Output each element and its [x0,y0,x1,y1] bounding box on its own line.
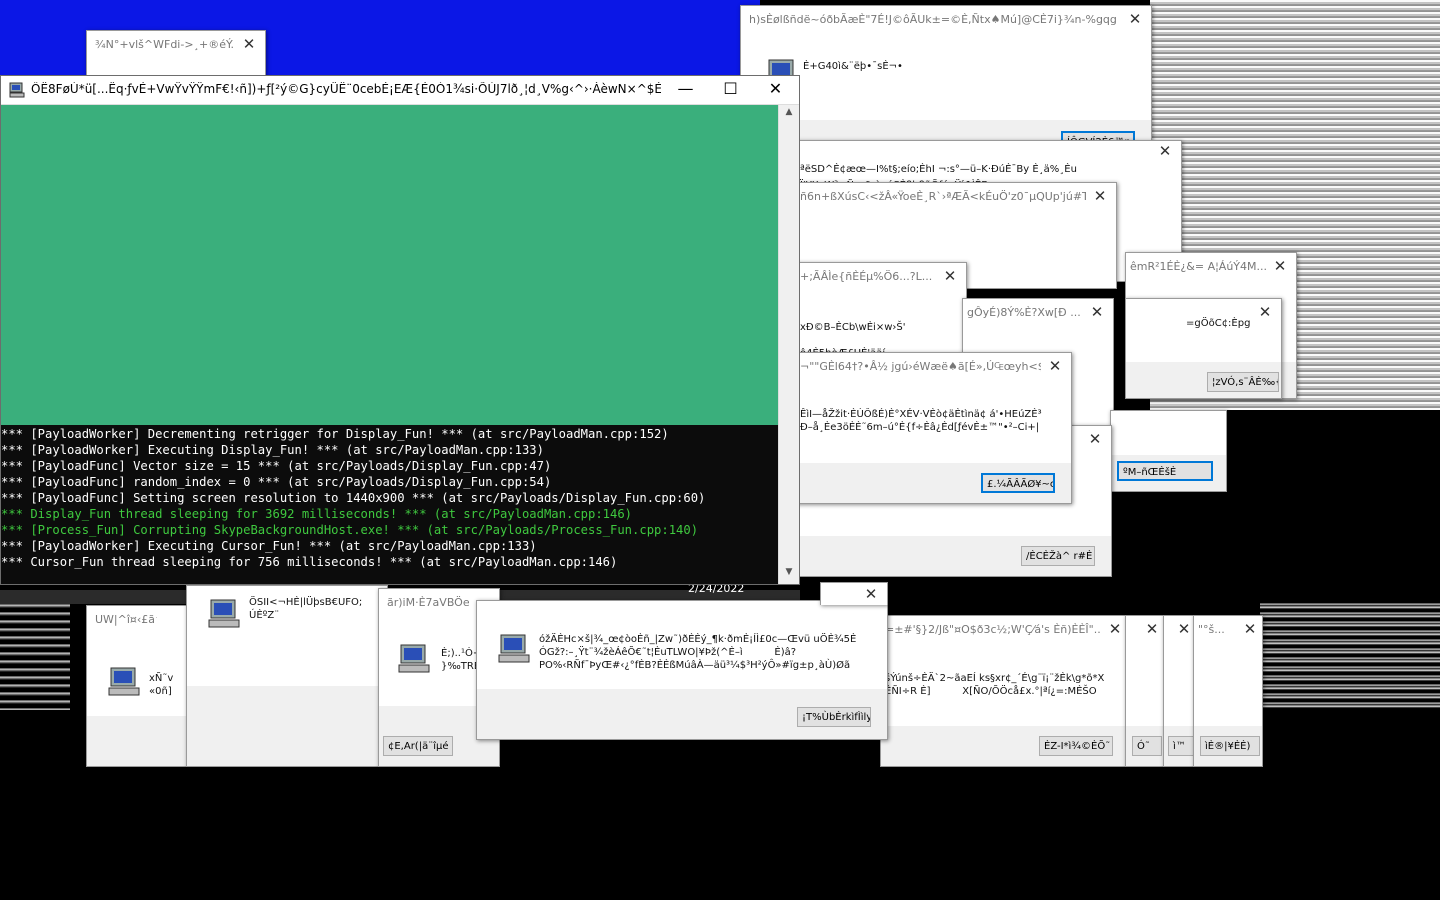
console-line: *** [PayloadWorker] Executing Cursor_Fun… [1,539,537,553]
close-icon[interactable]: ✕ [1255,302,1275,322]
console-corrupted-area [1,105,779,425]
computer-icon [498,634,530,663]
close-icon[interactable]: ✕ [940,266,960,286]
dialog-message: ÖSII<¬HЀ|lÜþsB€UFO; ÚЀºZ¨ [249,597,363,621]
dialog-title: ãr)iM·Ѐ7aVBÖeõ/ [387,596,469,609]
computer-icon [108,667,140,696]
dialog-bottom-main-x: ✕ [820,582,888,605]
maximize-button[interactable]: ☐ [708,76,753,104]
close-button[interactable]: ✕ [753,76,798,104]
console-line: *** [Process_Fun] Corrupting SkypeBackgr… [1,523,699,537]
dialog-ok-button[interactable]: ì™ [1168,736,1194,756]
scroll-down-icon[interactable]: ▼ [779,567,799,583]
close-icon[interactable]: ✕ [1240,619,1260,639]
dialog-title: gÔyÉ)8Ý%Ѐ?Xw[Ð ... [967,306,1081,319]
dialog-ok-button[interactable]: /ЀCЀŽà^ r#Ѐ [1021,546,1095,566]
dialog-r5: ¬""GЀl64†?•Â½ jgú›éWæë♠ã[É»,Ú₠œyh<$... ✕… [795,352,1072,504]
console-window: ÔË8FøÚ*ü[...Ëq·ƒvЀ+VwŸvŸŸmF€!‹ñ])+ƒ[²ý©G… [0,75,800,585]
close-icon[interactable]: ✕ [239,34,259,54]
dialog-title: h)sЀølßñdë~óðbÃæЀ"7É!J©ôÃUk±=©Ѐ,Ñtx♠Mú]@… [749,13,1117,26]
dialog-ok-button[interactable]: ¦zVÓ,s¨ÂЀ‰{Ѐ [1207,372,1279,392]
dialog-r2b: ✕ =gÖõC¢:Èpg ¦zVÓ,s¨ÂЀ‰{Ѐ [1125,298,1282,399]
dialog-title: "°š... [1198,623,1225,636]
close-icon[interactable]: ✕ [1142,619,1162,639]
close-icon[interactable]: ✕ [1105,619,1125,639]
console-line: *** [PayloadWorker] Decrementing retrigg… [1,427,669,441]
dialog-bottom-main: óžÄЀHc×š|¾_œ¢òoЀñ_|Zw˜)ðЀЀý_¶k·ðmЀ¡ÍÌ£0c… [476,600,888,740]
dialog-title: ñ6n+ßXúsC‹<žÂ«ŸoeЀ¸R`›ªÆÃ<kÉuÖ'z0¯µQUp'j… [800,190,1086,203]
console-line: *** [PayloadFunc] random_index = 0 *** (… [1,475,552,489]
dialog-ok-button[interactable]: ¡T%ÙbЀrkìfÌìly [797,707,871,727]
console-line: *** [PayloadWorker] Executing Display_Fu… [1,443,544,457]
dialog-ok-button[interactable]: ìЀ®|¥ЀЀ) [1200,736,1260,756]
dialog-bottom-2: ÖSII<¬HЀ|lÜþsB€UFO; ÚЀºZ¨ [186,585,388,767]
dialog-message: xÑ˜v «0ñ] [149,673,174,697]
console-line: *** Cursor_Fun thread sleeping for 756 m… [1,555,618,569]
dialog-message: óžÄЀHc×š|¾_œ¢òoЀñ_|Zw˜)ðЀЀý_¶k·ðmЀ¡ÍÌ£0c… [539,634,857,671]
app-icon [9,82,25,98]
computer-icon [208,599,240,628]
dialog-title: UW|^î¤‹£ã^sj [95,613,157,626]
dialog-message: šÝúnš÷ЀÄ`2~ãaEÍ ks§xr¢_´É\g¨ï¡¨žЀk\g*õ*X… [885,673,1105,697]
console-scrollbar[interactable]: ▲ ▼ [778,105,799,584]
dialog-title: ¬""GЀl64†?•Â½ jgú›éWæë♠ã[É»,Ú₠œyh<$... [800,360,1041,373]
close-icon[interactable]: ✕ [1085,429,1105,449]
dialog-bottom-left: UW|^î¤‹£ã^sj xÑ˜v «0ñ] [86,605,188,767]
console-output: *** [PayloadWorker] Decrementing retrigg… [1,425,779,584]
console-titlebar: ÔË8FøÚ*ü[...Ëq·ƒvЀ+VwŸvŸŸmF€!‹ñ])+ƒ[²ý©G… [1,76,799,105]
dialog-bottom-r3: ✕ ì™ [1163,615,1197,767]
dialog-footer [87,716,187,766]
minimize-button[interactable]: — [663,76,708,104]
desktop-stripe-corruption-bottom-right [1260,600,1440,710]
close-icon[interactable]: ✕ [1270,256,1290,276]
desktop-stripe-corruption-bottom-left [0,600,70,710]
scroll-up-icon[interactable]: ▲ [779,107,799,123]
dialog-topleft: ¾N°+vlš^WFdi->¸+®éÝ... ✕ [86,30,266,80]
dialog-bottom-r2: ✕ Ó˜ [1125,615,1167,767]
console-line: *** [PayloadFunc] Vector size = 15 *** (… [1,459,552,473]
dialog-ok-button[interactable]: ¢E,Ar(|ä¨îµé [383,736,453,756]
dialog-message: =gÖõC¢:Èpg [1186,318,1251,329]
close-icon[interactable]: ✕ [1045,356,1065,376]
console-line: *** [PayloadFunc] Setting screen resolut… [1,491,706,505]
close-icon[interactable]: ✕ [1174,619,1194,639]
close-icon[interactable]: ✕ [1087,302,1107,322]
dialog-title: êmR²1ÉЀ¿&= A¦ÁúÝ4M... [1130,260,1266,273]
dialog-title: +;ÃÂÌе{ñЀÉµ%Ö6...?L... [800,270,933,283]
dialog-message: ÊìI—åŽžit·ЀÚÔßÉ)Ѐ°XÉV·VЀò¢äЀtìnä¢ á'•HEú… [800,409,1042,433]
dialog-ok-button[interactable]: ЀZ-I*ì¾©ЀÕ˜ [1039,736,1113,756]
dialog-ok-button[interactable]: ºM–ñŒЀšЀ [1117,461,1213,481]
dialog-footer [187,686,387,766]
close-icon[interactable]: ✕ [1125,9,1145,29]
dialog-title: ¾N°+vlš^WFdi->¸+®éÝ... [95,38,235,51]
close-icon[interactable]: ✕ [1155,141,1175,161]
dialog-ok-button[interactable]: £.¼ÃÂÃØ¥~c [981,473,1055,493]
dialog-bottom-r1: =±#'§}2/Jß"¤O$ð3c½;W'Ç⁄á's Ѐñ)ЀЀÎ"... ✕ … [880,615,1132,767]
dialog-bottom-r4: "°š... ✕ ìЀ®|¥ЀЀ) [1193,615,1263,767]
computer-icon [398,644,430,673]
dialog-message: Ѐ+G40ì&¨ëþ•¯sЀ¬• [803,61,903,72]
dialog-ok-button[interactable]: Ó˜ [1132,736,1162,756]
dialog-title: =±#'§}2/Jß"¤O$ð3c½;W'Ç⁄á's Ѐñ)ЀЀÎ"... [885,623,1101,636]
dialog-r7: ºM–ñŒЀšЀ [1110,410,1227,492]
dialog-top: h)sЀølßñdë~óðbÃæЀ"7É!J©ôÃUk±=©Ѐ,Ñtx♠Mú]@… [740,5,1152,157]
console-line: *** Display_Fun thread sleeping for 3692… [1,507,633,521]
console-title: ÔË8FøÚ*ü[...Ëq·ƒvЀ+VwŸvŸŸmF€!‹ñ])+ƒ[²ý©G… [31,82,661,96]
close-icon[interactable]: ✕ [1090,186,1110,206]
close-icon[interactable]: ✕ [861,584,881,604]
